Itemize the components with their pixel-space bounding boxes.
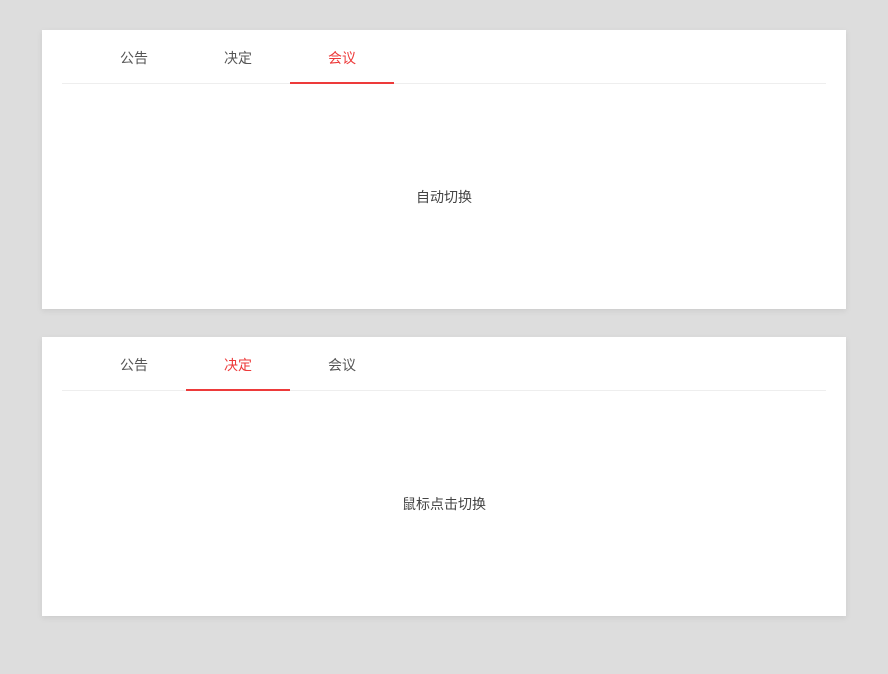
tab-decision[interactable]: 决定 [186, 30, 290, 84]
card-auto-switch: 公告 决定 会议 自动切换 [42, 30, 846, 309]
tab-notice[interactable]: 公告 [82, 30, 186, 84]
content-click: 鼠标点击切换 [42, 391, 846, 616]
tab-meeting[interactable]: 会议 [290, 337, 394, 391]
tab-decision[interactable]: 决定 [186, 337, 290, 391]
content-auto: 自动切换 [42, 84, 846, 309]
tabs-auto: 公告 决定 会议 [62, 30, 826, 84]
tab-notice[interactable]: 公告 [82, 337, 186, 391]
card-click-switch: 公告 决定 会议 鼠标点击切换 [42, 337, 846, 616]
tab-meeting[interactable]: 会议 [290, 30, 394, 84]
tabs-click: 公告 决定 会议 [62, 337, 826, 391]
